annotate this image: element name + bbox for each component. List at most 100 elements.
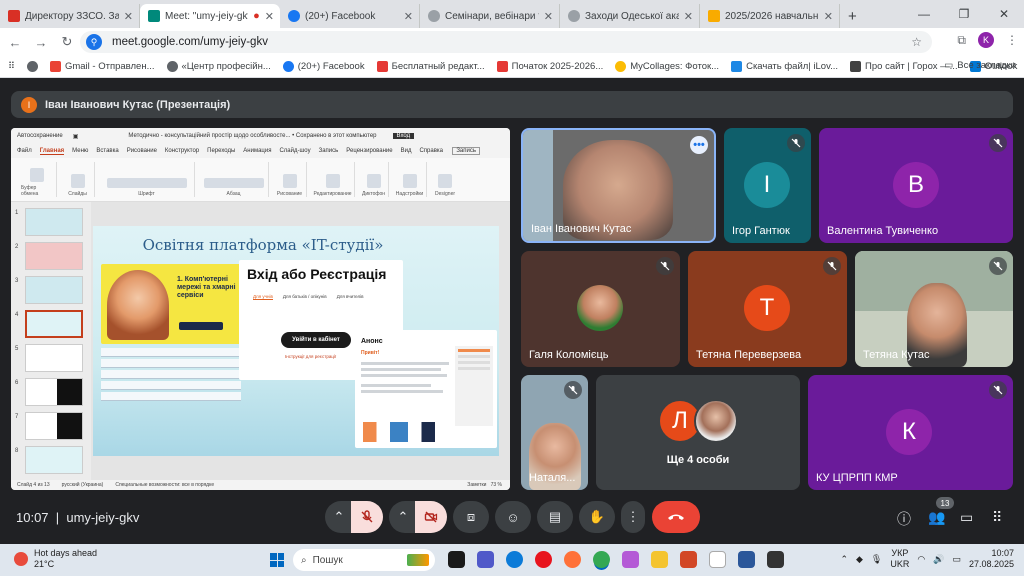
slide-thumbnail [25, 344, 83, 372]
participants-count-badge: 13 [936, 497, 954, 509]
all-bookmarks-button[interactable]: ▭ Все закладки [944, 60, 1016, 71]
minimize-icon[interactable]: — [904, 7, 944, 21]
opera-icon[interactable] [535, 551, 552, 568]
meeting-info: 10:07 | umy-jeiy-gkv [16, 510, 140, 525]
address-bar[interactable]: ⚲ meet.google.com/umy-jeiy-gkv ☆ [80, 31, 932, 53]
browser-tab[interactable]: Директору ЗЗСО. Запрош ✕ [0, 4, 140, 28]
people-icon[interactable]: 👥 [928, 509, 945, 526]
participant-tile[interactable]: Т Тетяна Переверзева [688, 251, 847, 367]
close-tab-icon[interactable]: ✕ [824, 10, 833, 23]
app-icon[interactable] [709, 551, 726, 568]
close-tab-icon[interactable]: ✕ [684, 10, 693, 23]
file-explorer-icon[interactable] [651, 551, 668, 568]
reload-icon[interactable]: ↻ [56, 34, 78, 50]
browser-tab[interactable]: Заходи Одеської академії ✕ [560, 4, 700, 28]
firefox-icon[interactable] [564, 551, 581, 568]
copilot-icon[interactable] [622, 551, 639, 568]
bookmark-item[interactable]: MyCollages: Фоток... [615, 61, 719, 72]
more-participants-tile[interactable]: Л Ще 4 особи [596, 375, 800, 490]
participant-avatar: К [886, 409, 932, 455]
mic-off-icon [989, 257, 1007, 275]
chrome-icon[interactable] [593, 551, 610, 568]
participant-tile[interactable]: Наталя... [521, 375, 588, 490]
browser-tab[interactable]: Семінари, вебінари тощо ✕ [420, 4, 560, 28]
browser-tab-active[interactable]: Meet: "umy-jeiy-gkv" ● ✕ [140, 4, 280, 28]
facebook-icon [288, 10, 300, 22]
close-window-icon[interactable]: ✕ [984, 7, 1024, 21]
shared-screen[interactable]: Автосохранение ▣ Методично - консультаці… [11, 128, 510, 490]
teams-icon[interactable] [477, 551, 494, 568]
participant-avatar: Т [744, 285, 790, 331]
meeting-details-icon[interactable]: ⓘ [897, 509, 911, 529]
browser-tab[interactable]: (20+) Facebook ✕ [280, 4, 420, 28]
chat-icon[interactable]: ▭ [960, 509, 973, 526]
video-options-button[interactable]: ⌃ [389, 501, 417, 533]
powerpoint-icon[interactable] [680, 551, 697, 568]
microphone-icon[interactable]: 🎙 [871, 554, 882, 565]
clock[interactable]: 10:07 27.08.2025 [969, 548, 1014, 571]
site-info-icon[interactable]: ⚲ [86, 34, 102, 50]
taskbar-search[interactable]: ⌕ Пошук [293, 549, 435, 571]
close-tab-icon[interactable]: ✕ [544, 10, 553, 23]
menu-kebab-icon[interactable]: ⋮ [1006, 33, 1018, 47]
profile-avatar[interactable]: K [978, 32, 994, 48]
leave-call-button[interactable] [652, 501, 700, 533]
close-tab-icon[interactable]: ✕ [124, 10, 133, 23]
back-icon[interactable]: ← [4, 35, 26, 50]
present-screen-button[interactable]: ⧈ [453, 501, 489, 533]
participant-tile[interactable]: К КУ ЦПРПП КМР [808, 375, 1013, 490]
camera-toggle-button[interactable] [415, 501, 447, 533]
dropbox-icon[interactable]: ◆ [856, 554, 863, 565]
windows-start-icon[interactable] [270, 553, 284, 567]
task-view-icon[interactable] [448, 551, 465, 568]
forward-icon[interactable]: → [30, 35, 52, 50]
participant-tile-pinned[interactable]: ••• Іван Іванович Кутас [521, 128, 716, 243]
bookmark-item[interactable]: Gmail - Отправлен... [49, 61, 155, 72]
participant-tile[interactable]: Галя Коломієць [521, 251, 680, 367]
participant-tile[interactable]: І Ігор Гантюк [724, 128, 811, 243]
ribbon-group: Надстройки [393, 162, 427, 197]
url-text[interactable]: meet.google.com/umy-jeiy-gkv [112, 36, 268, 48]
login-tab: Для учнів [253, 294, 273, 300]
zoom-level: 73 % [490, 482, 502, 488]
new-tab-button[interactable]: + [840, 4, 865, 28]
participant-avatar-photo [694, 399, 738, 443]
audio-options-button[interactable]: ⌃ [325, 501, 353, 533]
apps-icon[interactable]: ⠿ [8, 61, 15, 72]
bookmark-item[interactable]: Скачать файл| iLov... [731, 61, 838, 72]
bookmark-item[interactable]: Бесплатный редакт... [376, 61, 485, 72]
mic-toggle-button[interactable] [351, 501, 383, 533]
bookmark-item[interactable]: (20+) Facebook [282, 61, 365, 72]
close-tab-icon[interactable]: ✕ [404, 10, 413, 23]
more-options-icon[interactable]: ••• [690, 136, 708, 154]
wifi-icon[interactable]: ◠ [917, 554, 925, 565]
presenter-title: Іван Іванович Кутас (Презентація) [45, 98, 231, 111]
slide-thumbnail [25, 412, 83, 440]
bookmark-star-icon[interactable]: ☆ [911, 35, 922, 49]
participant-tile[interactable]: В Валентина Тувиченко [819, 128, 1013, 243]
close-tab-icon[interactable]: ✕ [265, 10, 274, 23]
activities-icon[interactable]: ⠿ [992, 509, 1002, 526]
volume-icon[interactable]: 🔊 [933, 554, 944, 565]
edge-icon[interactable] [506, 551, 523, 568]
participant-tile[interactable]: Тетяна Кутас [855, 251, 1013, 367]
bookmark-item[interactable]: Початок 2025-2026... [496, 61, 603, 72]
battery-icon[interactable]: ▭ [952, 554, 961, 565]
bookmark-item[interactable]: Про сайт | Горох —... [850, 61, 958, 72]
raise-hand-button[interactable]: ✋ [579, 501, 615, 533]
weather-widget[interactable]: Hot days ahead 21°C [14, 548, 97, 571]
bookmark-item[interactable] [26, 61, 38, 72]
reactions-button[interactable]: ☺ [495, 501, 531, 533]
browser-tab[interactable]: 2025/2026 навчальний рі ✕ [700, 4, 840, 28]
app-icon[interactable] [767, 551, 784, 568]
more-options-button[interactable]: ⋮ [621, 501, 645, 533]
chevron-up-icon[interactable]: ⌃ [840, 554, 848, 565]
save-icon: ▣ [72, 133, 79, 140]
restore-icon[interactable]: ❐ [944, 7, 984, 21]
toolbar-right: ⧉ K ⋮ [957, 32, 1018, 48]
captions-button[interactable]: ▤ [537, 501, 573, 533]
language-indicator[interactable]: УКР UKR [890, 548, 909, 571]
word-icon[interactable] [738, 551, 755, 568]
extensions-icon[interactable]: ⧉ [957, 33, 966, 48]
bookmark-item[interactable]: «Центр професійн... [166, 61, 271, 72]
